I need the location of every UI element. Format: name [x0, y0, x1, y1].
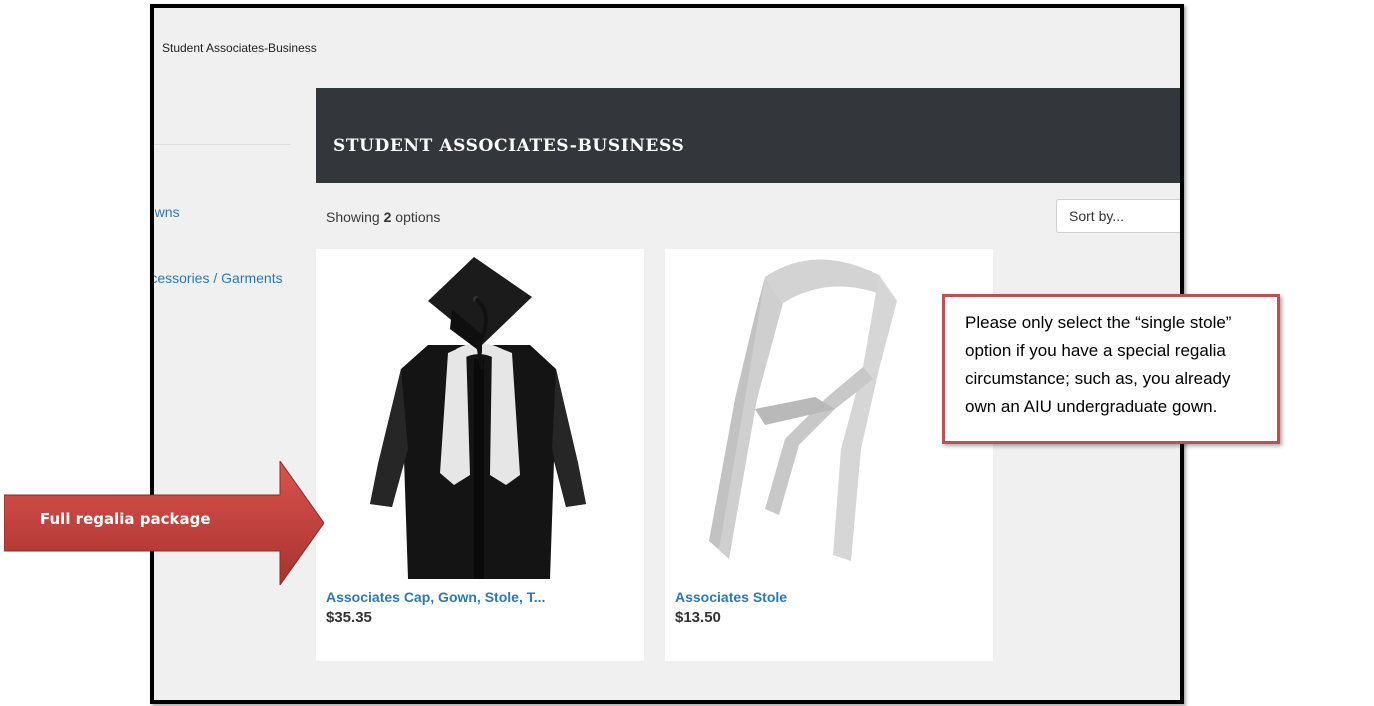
results-number: 2 [383, 209, 392, 225]
arrow-label: Full regalia package [40, 510, 211, 528]
cap-gown-image[interactable] [316, 249, 644, 579]
product-price: $35.35 [326, 609, 372, 626]
annotation-callout: Please only select the “single stole” op… [942, 294, 1280, 444]
results-suffix: options [395, 209, 441, 225]
sidebar-item-gowns[interactable]: Gowns [154, 204, 180, 220]
product-card[interactable]: Associates Cap, Gown, Stole, T... $35.35 [316, 249, 644, 661]
category-banner: STUDENT ASSOCIATES-BUSINESS [316, 88, 1180, 183]
sort-select[interactable]: Sort by... [1056, 199, 1180, 233]
product-name[interactable]: Associates Cap, Gown, Stole, T... [326, 589, 545, 605]
sidebar-divider [154, 144, 291, 145]
breadcrumb[interactable]: Student Associates-Business [162, 41, 317, 55]
product-name[interactable]: Associates Stole [675, 589, 787, 605]
sort-label: Sort by... [1069, 208, 1124, 224]
page-title: STUDENT ASSOCIATES-BUSINESS [333, 136, 685, 156]
results-prefix: Showing [326, 209, 380, 225]
product-price: $13.50 [675, 609, 721, 626]
sidebar-item-accessories[interactable]: Accessories / Garments [154, 270, 283, 286]
results-count: Showing 2 options [326, 209, 440, 225]
